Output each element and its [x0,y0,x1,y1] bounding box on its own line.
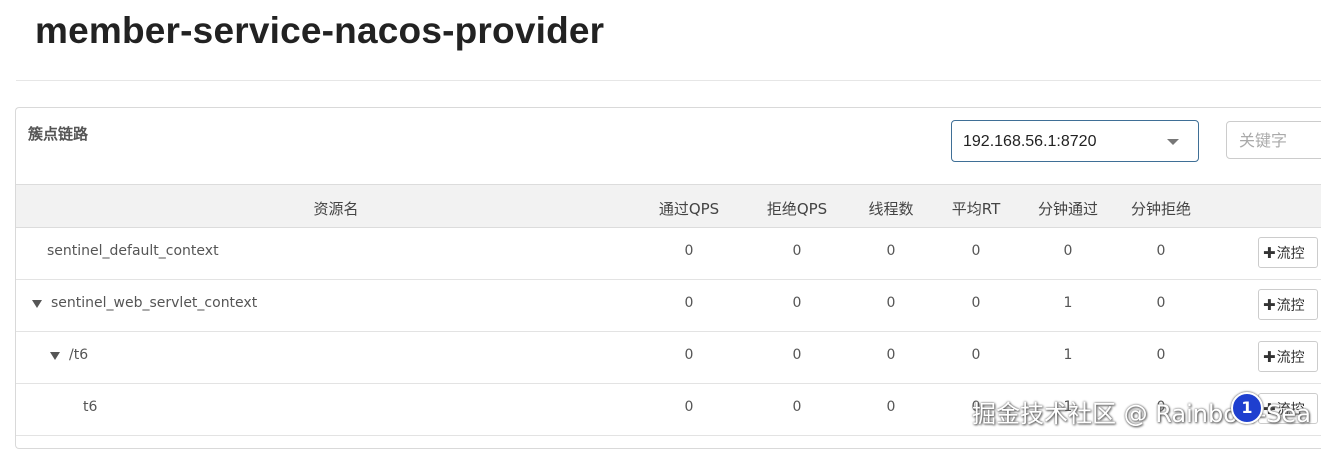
machine-select[interactable]: 192.168.56.1:8720 [951,120,1199,162]
block-qps: 0 [792,399,802,415]
plus-icon: ✚ [1263,243,1276,262]
machine-select-value: 192.168.56.1:8720 [963,133,1097,150]
plus-icon: ✚ [1263,347,1276,366]
pass-qps: 0 [684,399,694,415]
resource-name: sentinel_default_context [47,243,219,259]
block-qps: 0 [792,347,802,363]
avg-rt: 0 [971,295,981,311]
flow-control-label: 流控 [1276,245,1305,262]
resource-name: t6 [83,399,98,415]
avg-rt: 0 [971,347,981,363]
flow-control-button[interactable]: ✚流控 [1258,289,1318,320]
header-pass-qps: 通过QPS [658,200,720,218]
pass-qps: 0 [684,347,694,363]
pass-qps: 0 [684,243,694,259]
avg-rt: 0 [971,243,981,259]
expand-toggle-icon[interactable] [32,300,42,308]
minute-block: 0 [1156,243,1166,259]
table-row: /t6 0 0 0 0 1 0 ✚流控 [16,332,1321,384]
block-qps: 0 [792,295,802,311]
panel-title: 簇点链路 [28,125,89,143]
resource-name: /t6 [69,347,89,363]
table-row: sentinel_web_servlet_context 0 0 0 0 1 0… [16,280,1321,332]
flow-control-label: 流控 [1276,349,1305,366]
notification-badge[interactable]: 1 [1231,392,1263,424]
flow-control-button[interactable]: ✚流控 [1258,237,1318,268]
minute-pass: 1 [1063,295,1073,311]
header-threads: 线程数 [868,200,914,218]
panel-heading: 簇点链路 192.168.56.1:8720 [16,108,1321,184]
threads: 0 [886,295,896,311]
minute-pass: 1 [1063,347,1073,363]
table-header: 资源名 通过QPS 拒绝QPS 线程数 平均RT 分钟通过 分钟拒绝 [16,184,1321,228]
threads: 0 [886,399,896,415]
header-minute-pass: 分钟通过 [1037,200,1099,218]
header-minute-block: 分钟拒绝 [1130,200,1192,218]
minute-block: 0 [1156,347,1166,363]
header-avg-rt: 平均RT [951,200,1001,218]
block-qps: 0 [792,243,802,259]
minute-pass: 0 [1063,243,1073,259]
minute-block: 0 [1156,295,1166,311]
header-block-qps: 拒绝QPS [766,200,828,218]
resource-name: sentinel_web_servlet_context [51,295,258,311]
header-resource-name: 资源名 [313,200,359,218]
threads: 0 [886,347,896,363]
plus-icon: ✚ [1263,295,1276,314]
flow-control-label: 流控 [1276,297,1305,314]
caret-down-icon [1167,139,1179,145]
search-input[interactable] [1226,121,1321,159]
expand-toggle-icon[interactable] [50,352,60,360]
table-row: sentinel_default_context 0 0 0 0 0 0 ✚流控 [16,228,1321,280]
title-divider [16,80,1321,81]
threads: 0 [886,243,896,259]
page-title: member-service-nacos-provider [35,10,605,51]
pass-qps: 0 [684,295,694,311]
flow-control-button[interactable]: ✚流控 [1258,341,1318,372]
